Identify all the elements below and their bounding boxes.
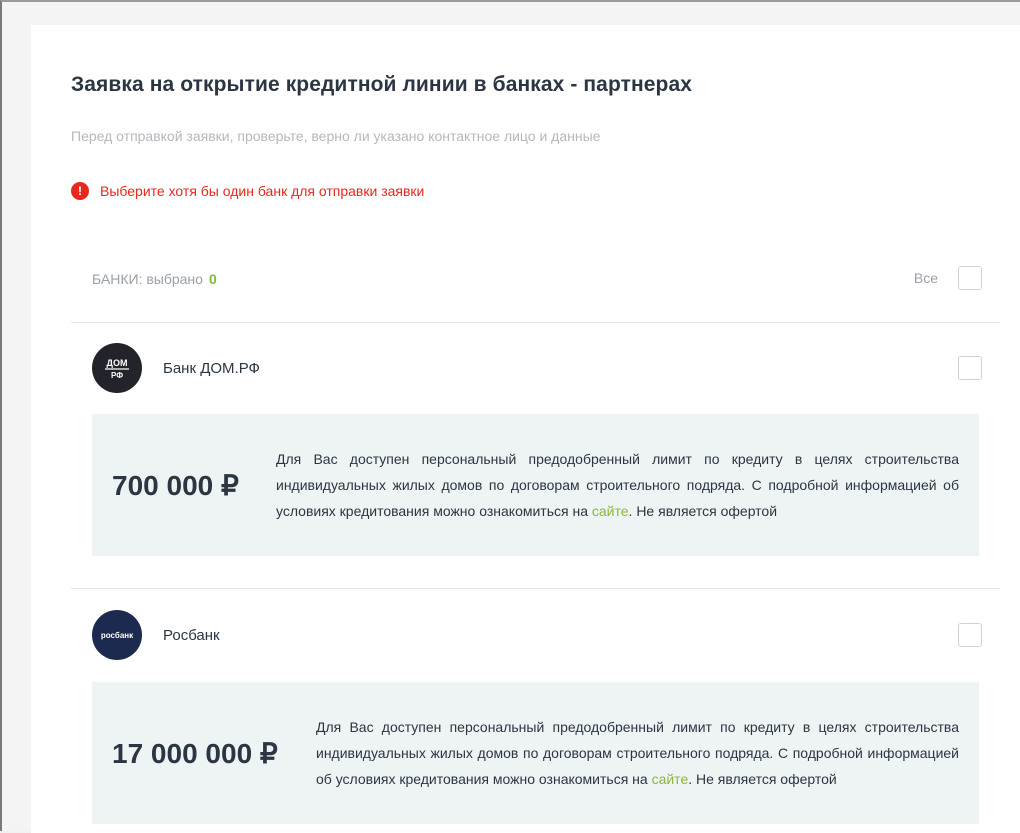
bank-checkbox-rosbank[interactable] [958, 623, 982, 647]
offer-panel-rosbank: 17 000 000 ₽ Для Вас доступен персональн… [92, 682, 979, 824]
domrf-logo-text: ДОМ [107, 358, 128, 368]
domrf-logo-mark: ДОМ РФ [105, 358, 129, 380]
bank-name: Банк ДОМ.РФ [163, 359, 260, 377]
rosbank-logo-text: росбанк [101, 631, 134, 640]
select-all-label: Все [913, 270, 938, 286]
banks-selected-summary: БАНКИ: выбрано 0 [92, 271, 217, 287]
site-link[interactable]: сайте [592, 503, 629, 519]
select-all-checkbox[interactable] [958, 266, 982, 290]
offer-text-end: . Не является офертой [688, 771, 837, 787]
window-frame: Заявка на открытие кредитной линии в бан… [0, 0, 1020, 833]
rosbank-logo: росбанк [92, 610, 142, 660]
offer-description: Для Вас доступен персональный предодобре… [316, 714, 959, 792]
offer-text: Для Вас доступен персональный предодобре… [316, 719, 959, 787]
divider [71, 588, 1000, 589]
offer-text-end: . Не является офертой [628, 503, 778, 519]
exclamation-icon: ! [71, 182, 89, 200]
bank-name: Росбанк [163, 626, 220, 644]
bank-checkbox-domrf[interactable] [958, 356, 982, 380]
bank-row-rosbank: росбанк Росбанк [92, 610, 982, 660]
offer-panel-domrf: 700 000 ₽ Для Вас доступен персональный … [92, 414, 979, 556]
application-card: Заявка на открытие кредитной линии в бан… [31, 25, 1020, 833]
site-link[interactable]: сайте [652, 771, 689, 787]
offer-description: Для Вас доступен персональный предодобре… [276, 446, 959, 524]
error-text: Выберите хотя бы один банк для отправки … [100, 183, 425, 199]
page-title: Заявка на открытие кредитной линии в бан… [71, 73, 693, 96]
credit-limit-amount: 700 000 ₽ [112, 469, 239, 501]
domrf-logo: ДОМ РФ [92, 343, 142, 393]
bank-row-domrf: ДОМ РФ Банк ДОМ.РФ [92, 343, 982, 393]
domrf-logo-subtext: РФ [111, 371, 123, 380]
page-subtitle: Перед отправкой заявки, проверьте, верно… [71, 128, 601, 144]
validation-error: ! Выберите хотя бы один банк для отправк… [71, 182, 424, 200]
banks-selected-count: 0 [208, 271, 217, 287]
credit-limit-amount: 17 000 000 ₽ [112, 737, 278, 769]
rosbank-logo-mark: росбанк [101, 631, 134, 640]
divider [71, 322, 1000, 323]
banks-selected-label: БАНКИ: выбрано [92, 271, 203, 287]
select-all: Все [914, 266, 982, 290]
